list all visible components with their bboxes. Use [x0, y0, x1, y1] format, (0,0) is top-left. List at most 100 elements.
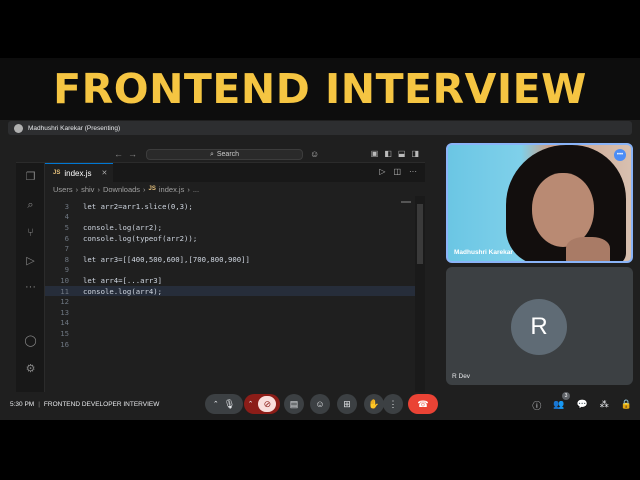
line-number: 10	[60, 275, 69, 285]
breadcrumb-item[interactable]: shiv	[81, 185, 94, 194]
chevron-right-icon: ›	[75, 184, 79, 194]
captions-icon: ▤	[289, 398, 299, 409]
code-line[interactable]: 5 console.log(arr2);	[45, 222, 415, 233]
microphone-icon: 🎙	[223, 398, 236, 409]
code-line[interactable]: 16	[45, 339, 415, 350]
code-line[interactable]: 10 let arr4=[...arr3]	[45, 275, 415, 286]
close-icon[interactable]: ✕	[101, 169, 107, 177]
participant-name: Madhushri Karekar	[454, 249, 513, 256]
raise-hand-button[interactable]: ✋	[364, 394, 384, 414]
hand-icon: ✋	[368, 398, 380, 409]
microphone-button[interactable]: ⌃ 🎙	[205, 394, 243, 414]
line-number: 15	[60, 328, 69, 338]
host-controls-icon[interactable]: 🔒	[621, 399, 632, 412]
code-line[interactable]: 6 console.log(typeof(arr2));	[45, 233, 415, 244]
code-line[interactable]: 8 let arr3=[[400,500,600],[700,800,900]]	[45, 254, 415, 265]
search-view-icon[interactable]: ⌕	[24, 199, 37, 212]
editor-tabs: JS index.js ✕ ▷ ◫ ···	[45, 163, 425, 182]
code-line[interactable]: 9	[45, 265, 415, 276]
code-text: let arr4=[...arr3]	[83, 275, 163, 285]
editor-scrollbar[interactable]	[415, 196, 425, 408]
account-icon[interactable]: ◯	[24, 335, 37, 348]
people-count-badge: 3	[562, 392, 570, 400]
people-icon[interactable]: 👥	[553, 399, 564, 412]
code-line[interactable]: 15	[45, 328, 415, 339]
info-icon[interactable]: ⓘ	[532, 399, 541, 412]
chevron-right-icon: ›	[143, 184, 146, 194]
line-number: 5	[64, 222, 69, 232]
code-text: console.log(arr2);	[83, 222, 163, 232]
speaking-indicator-icon: •••	[614, 149, 626, 161]
present-icon: ⊞	[343, 398, 351, 409]
camera-button[interactable]: ⌃ ⊘	[244, 394, 280, 414]
presenter-bar: Madhushri Karekar (Presenting)	[8, 121, 632, 135]
meeting-controls-bar: 5:30 PM | FRONTEND DEVELOPER INTERVIEW ⌃ 🎙…	[0, 392, 640, 420]
code-line[interactable]: 13	[45, 307, 415, 318]
explorer-icon[interactable]: ❐	[24, 171, 37, 184]
back-arrow-icon[interactable]: ←	[114, 149, 123, 159]
chevron-right-icon: ›	[187, 184, 190, 194]
run-debug-icon[interactable]: ▷	[24, 255, 37, 268]
line-number: 12	[60, 297, 69, 307]
participant-tile-madhushri[interactable]: ••• Madhushri Karekar	[446, 143, 633, 263]
chevron-right-icon: ›	[97, 184, 100, 194]
camera-feed-hand	[566, 237, 610, 261]
clock-time: 5:30 PM	[10, 401, 35, 408]
leave-call-button[interactable]: ☎	[408, 394, 438, 414]
meeting-info: 5:30 PM | FRONTEND DEVELOPER INTERVIEW	[10, 401, 159, 408]
tab-label: index.js	[64, 168, 92, 178]
layout-icon[interactable]: ▣	[371, 149, 379, 158]
javascript-file-icon: JS	[53, 170, 61, 176]
video-title-banner: FRONTEND INTERVIEW	[0, 58, 640, 120]
reactions-button[interactable]: ☺	[310, 394, 330, 414]
code-line[interactable]: 12	[45, 296, 415, 307]
more-vertical-icon: ⋮	[388, 398, 398, 409]
chat-icon[interactable]: 💬	[577, 399, 588, 412]
code-line[interactable]: 3 let arr2=arr1.slice(0,3);	[45, 201, 415, 212]
participant-tile-rdev[interactable]: R R Dev	[446, 267, 633, 385]
code-editor[interactable]: 3 let arr2=arr1.slice(0,3); 4 5 console.log(…	[45, 196, 415, 408]
chevron-up-icon: ⌃	[247, 401, 254, 408]
settings-gear-icon[interactable]: ⚙	[24, 363, 37, 376]
breadcrumb-item[interactable]: index.js	[159, 185, 184, 194]
code-text: console.log(arr4);	[83, 286, 163, 296]
activities-icon[interactable]: ⁂	[600, 399, 609, 412]
captions-button[interactable]: ▤	[284, 394, 304, 414]
scrollbar-thumb[interactable]	[417, 204, 423, 264]
code-line[interactable]: 14	[45, 318, 415, 329]
activity-bar: ❐ ⌕ ⑂ ▷ ··· ◯ ⚙	[16, 163, 45, 408]
source-control-icon[interactable]: ⑂	[24, 227, 37, 240]
line-number: 9	[64, 265, 69, 275]
breadcrumb: Users › shiv › Downloads › JS index.js ›…	[45, 182, 425, 196]
line-number: 7	[64, 244, 69, 254]
search-icon: ⌕	[209, 150, 214, 158]
separator: |	[38, 401, 40, 408]
line-number: 3	[64, 201, 69, 211]
more-icon[interactable]: ···	[24, 281, 37, 294]
more-actions-icon[interactable]: ···	[409, 167, 417, 176]
meeting-side-actions: ⓘ 👥 💬 ⁂ 🔒	[532, 399, 632, 412]
copilot-icon[interactable]: ☺	[310, 149, 319, 159]
shared-screen-vscode: ← → ⌕ Search ☺ ▣ ◧ ⬓ ◨ ❐ ⌕ ⑂ ▷ ··· ◯ ⚙ J…	[16, 146, 425, 408]
tab-index-js[interactable]: JS index.js ✕	[45, 163, 113, 182]
search-label: Search	[216, 151, 240, 158]
camera-off-icon: ⊘	[258, 396, 277, 412]
code-line[interactable]: 4	[45, 212, 415, 223]
breadcrumb-item[interactable]: Users	[53, 185, 73, 194]
code-line[interactable]: 11 console.log(arr4);	[45, 285, 415, 297]
code-text: let arr2=arr1.slice(0,3);	[83, 201, 193, 211]
javascript-file-icon: JS	[148, 186, 156, 192]
more-options-button[interactable]: ⋮	[383, 394, 403, 414]
run-file-icon[interactable]: ▷	[379, 167, 385, 176]
command-search-box[interactable]: ⌕ Search	[146, 149, 303, 160]
breadcrumb-item[interactable]: Downloads	[103, 185, 140, 194]
toggle-secondary-sidebar-icon[interactable]: ◨	[411, 149, 419, 158]
meet-window: Madhushri Karekar (Presenting) ← → ⌕ Sea…	[0, 120, 640, 420]
toggle-sidebar-icon[interactable]: ◧	[384, 149, 392, 158]
toggle-panel-icon[interactable]: ⬓	[398, 149, 406, 158]
split-editor-icon[interactable]: ◫	[393, 167, 401, 176]
breadcrumb-item[interactable]: ...	[193, 185, 199, 194]
code-line[interactable]: 7	[45, 243, 415, 254]
forward-arrow-icon[interactable]: →	[128, 149, 137, 159]
present-screen-button[interactable]: ⊞	[337, 394, 357, 414]
